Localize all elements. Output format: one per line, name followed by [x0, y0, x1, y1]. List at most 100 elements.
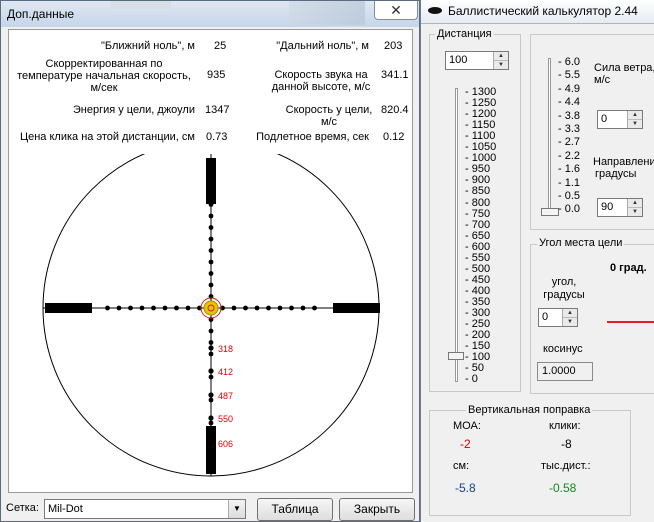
range-mark-dot	[208, 440, 214, 446]
wind-tick-label: - 0.0	[558, 203, 581, 216]
energy-value: 1347	[205, 104, 230, 116]
grid-select[interactable]: Mil-Dot ▼	[44, 499, 246, 519]
distance-tick-label: - 650	[465, 229, 491, 242]
angle-indicator-line	[607, 321, 654, 323]
energy-label: Энергия у цели, джоули	[72, 104, 195, 116]
corrected-velocity-value: 935	[207, 69, 226, 81]
mil-dot	[277, 305, 283, 311]
mil-dot	[208, 340, 214, 345]
dialog-title: Доп.данные	[7, 7, 74, 21]
range-mark-label: 412	[218, 367, 233, 377]
spin-up-icon[interactable]: ▲	[628, 199, 642, 207]
chevron-down-icon[interactable]: ▼	[228, 500, 245, 518]
mil-dot	[208, 213, 214, 219]
mil-dot	[208, 374, 214, 380]
calc-title-bar: Баллистический калькулятор 2.44	[421, 0, 654, 24]
wind-slider-thumb[interactable]	[541, 208, 559, 216]
range-mark-dot	[208, 368, 214, 374]
spin-down-icon[interactable]: ▼	[563, 317, 577, 325]
moa-value: -2	[460, 437, 471, 451]
far-zero-label: "Дальний ноль", м	[276, 40, 369, 52]
flight-time-label: Подлетное время, сек	[256, 131, 369, 143]
mil-dot	[208, 248, 214, 253]
thousandths-value: -0.58	[549, 481, 577, 495]
corrected-velocity-label: Скорректированная по температуре начальна…	[17, 58, 191, 94]
dialog-content: "Ближний ноль", м 25 "Дальний ноль", м 2…	[8, 29, 413, 493]
distance-tick-label: - 750	[465, 207, 491, 220]
dialog-title-bar: Доп.данные	[1, 1, 419, 27]
spin-down-icon[interactable]: ▼	[494, 60, 508, 68]
range-mark-label: 487	[218, 391, 233, 401]
spin-up-icon[interactable]: ▲	[628, 111, 642, 119]
clicks-value: -8	[561, 437, 572, 451]
range-mark-label: 606	[218, 439, 233, 449]
distance-tick-label: - 700	[465, 218, 491, 231]
app-icon	[428, 7, 442, 14]
wind-tick-label: - 3.3	[558, 123, 581, 135]
target-speed-value: 820.4	[381, 104, 409, 116]
mil-dot	[208, 236, 214, 242]
near-zero-label: "Ближний ноль", м	[100, 40, 195, 52]
grid-select-value: Mil-Dot	[48, 503, 83, 515]
mil-dot	[300, 305, 306, 311]
vertical-correction-title: Вертикальная поправка	[466, 404, 593, 416]
reticle-top-post	[206, 158, 216, 204]
mil-dot	[128, 305, 133, 311]
mil-dot	[105, 305, 110, 311]
mil-dot	[254, 305, 260, 311]
mil-dot	[312, 305, 317, 311]
mil-dot	[162, 305, 168, 311]
far-zero-value: 203	[384, 40, 403, 52]
distance-value: 100	[449, 54, 468, 66]
mil-dot	[208, 271, 214, 276]
aim-point	[203, 300, 219, 316]
grid-label: Сетка:	[6, 502, 39, 514]
extra-data-dialog: Доп.данные ✕ "Ближний ноль", м 25 "Дальн…	[0, 0, 420, 522]
cm-value: -5.8	[455, 481, 476, 495]
cosine-field: 1.0000	[537, 362, 593, 381]
mil-dot	[289, 305, 294, 311]
wind-tick-label: - 1.6	[558, 163, 581, 176]
clicks-label: клики:	[549, 420, 581, 432]
mil-dot	[116, 305, 122, 311]
table-button[interactable]: Таблица	[257, 498, 333, 521]
spin-down-icon[interactable]: ▼	[628, 119, 642, 127]
angle-spinbox[interactable]: 0 ▲ ▼	[538, 308, 578, 327]
angle-value: 0	[542, 311, 549, 323]
angle-label: угол, градусы	[543, 276, 585, 301]
reticle-bottom-post	[206, 426, 216, 474]
close-button[interactable]: Закрыть	[339, 498, 415, 521]
mil-dot	[208, 420, 214, 426]
cosine-label: косинус	[543, 343, 583, 355]
spin-up-icon[interactable]: ▲	[494, 52, 508, 60]
wind-tick-label: - 2.7	[558, 136, 581, 149]
mil-dot	[208, 259, 214, 265]
mil-dot	[139, 305, 145, 311]
mil-dot	[208, 397, 214, 403]
moa-label: МОА:	[453, 420, 481, 432]
close-window-icon[interactable]: ✕	[374, 1, 418, 20]
click-value-label: Цена клика на этой дистанции, см	[19, 131, 195, 143]
mil-dot	[151, 305, 156, 311]
range-mark-label: 318	[218, 344, 233, 354]
wind-speed-spinbox[interactable]: 0 ▲ ▼	[597, 110, 643, 129]
cm-label: см:	[453, 460, 470, 472]
mil-dot	[243, 305, 248, 311]
wind-speed-value: 0	[601, 113, 608, 125]
distance-slider-thumb[interactable]	[448, 352, 464, 360]
ballistic-calculator-window: Баллистический калькулятор 2.44 Дистанци…	[420, 0, 654, 522]
spin-down-icon[interactable]: ▼	[628, 207, 642, 215]
wind-direction-spinbox[interactable]: 90 ▲ ▼	[597, 198, 643, 217]
sound-speed-value: 341.1	[381, 69, 409, 81]
wind-direction-label: Направлени градусы	[593, 156, 654, 180]
flight-time-value: 0.12	[383, 131, 405, 143]
sound-speed-label: Скорость звука на данной высоте, м/с	[271, 69, 371, 93]
wind-tick-label: - 4.4	[558, 96, 581, 109]
distance-slider-track[interactable]	[455, 88, 458, 382]
wind-tick-label: - 4.9	[558, 82, 581, 95]
spin-up-icon[interactable]: ▲	[563, 309, 577, 317]
mil-dot	[208, 202, 214, 207]
wind-slider-track[interactable]	[548, 58, 551, 214]
distance-spinbox[interactable]: 100 ▲ ▼	[445, 51, 509, 70]
wind-tick-label: - 0.5	[558, 190, 581, 202]
